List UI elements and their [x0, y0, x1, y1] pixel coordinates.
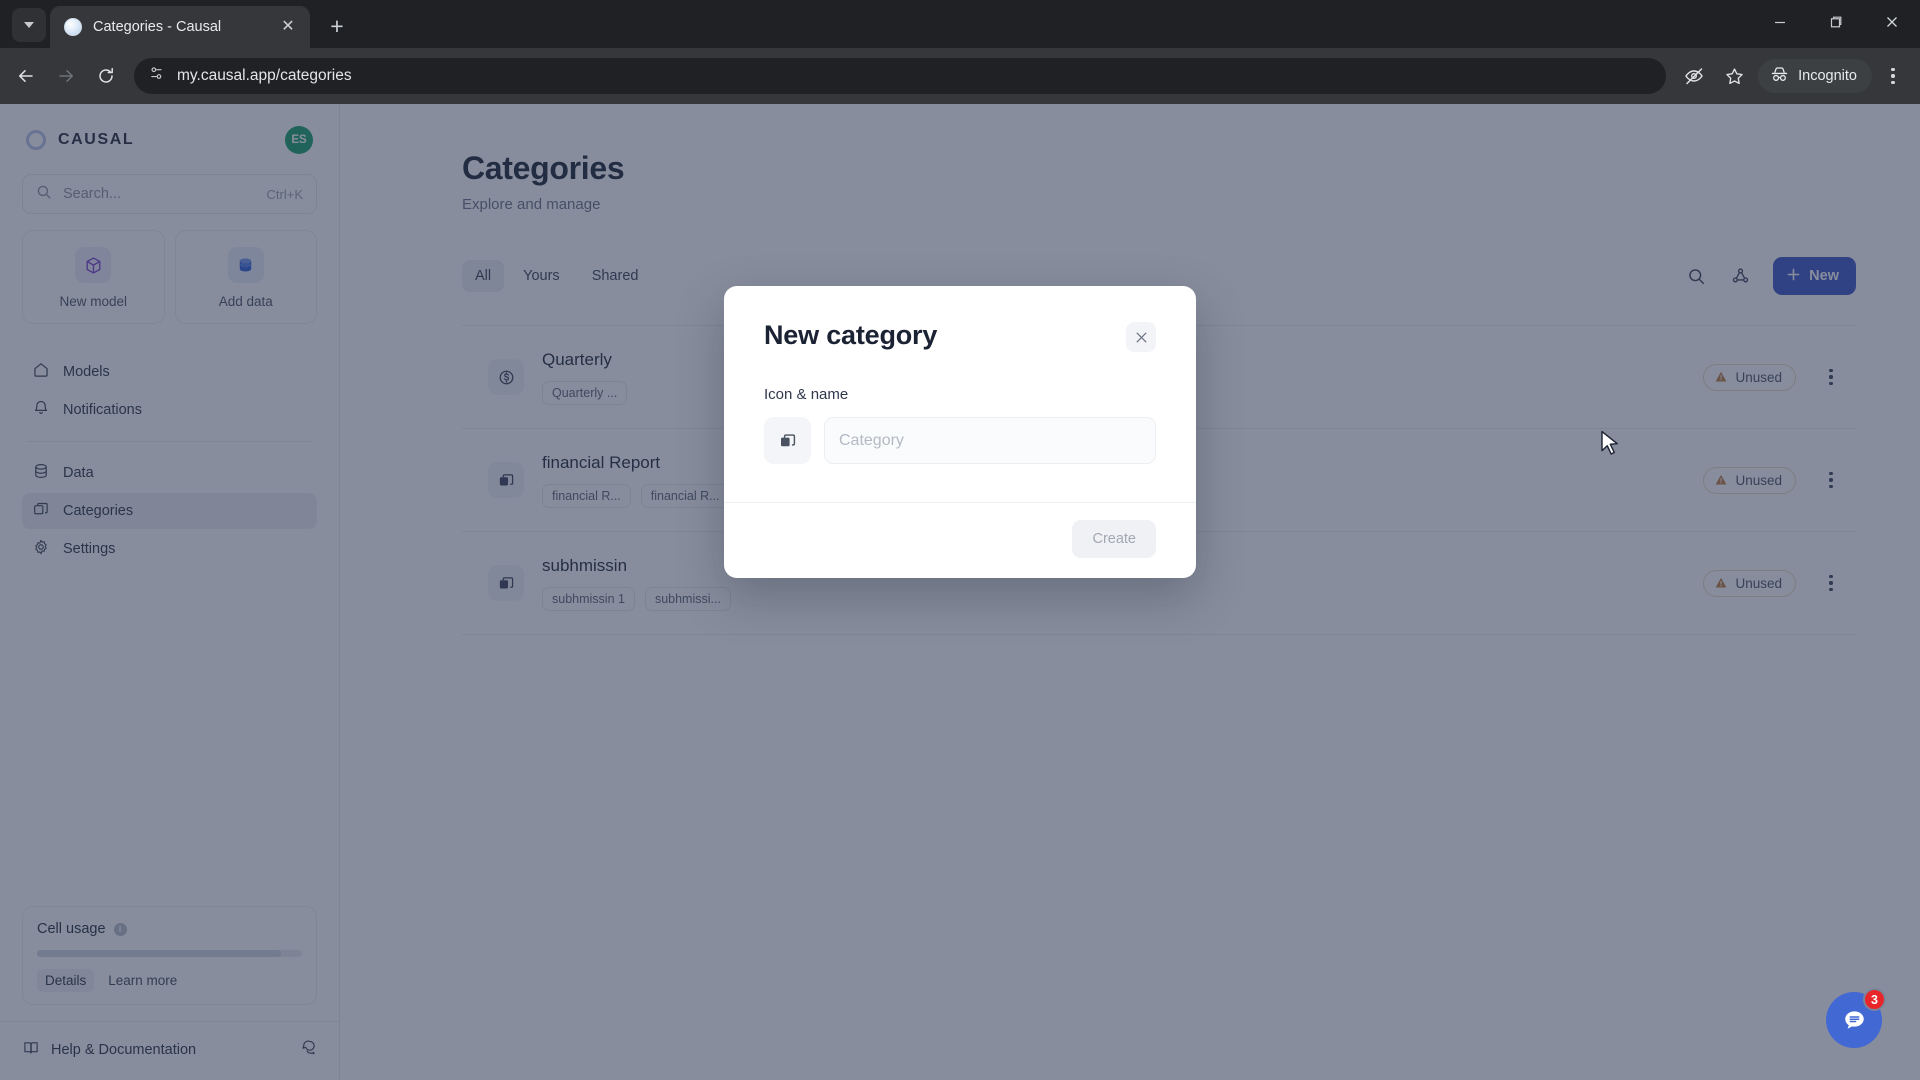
category-name-input[interactable]: [824, 417, 1156, 464]
maximize-button[interactable]: [1808, 0, 1864, 44]
chat-widget-button[interactable]: 3: [1826, 988, 1886, 1048]
page-viewport: CAUSAL ES Search... Ctrl+K New mo: [0, 104, 1920, 1080]
reload-icon[interactable]: [88, 58, 124, 94]
chevron-down-icon: [24, 22, 34, 28]
site-settings-icon[interactable]: [148, 65, 165, 87]
incognito-icon: [1769, 64, 1790, 89]
new-tab-button[interactable]: +: [320, 9, 354, 43]
causal-favicon-icon: [64, 18, 82, 36]
address-bar[interactable]: my.causal.app/categories: [134, 58, 1667, 94]
forward-arrow-icon[interactable]: [48, 58, 84, 94]
chat-bubble-icon: [1844, 1010, 1864, 1029]
url-text: my.causal.app/categories: [177, 67, 352, 84]
window-controls: [1752, 0, 1920, 44]
chat-unread-count: 3: [1863, 988, 1886, 1011]
browser-menu-icon[interactable]: [1876, 59, 1910, 93]
icon-name-field: [764, 417, 1156, 464]
browser-toolbar: my.causal.app/categories Incognito: [0, 48, 1920, 104]
browser-window: Categories - Causal ✕ + my.causal.app/ca…: [0, 0, 1920, 1080]
window-close-button[interactable]: [1864, 0, 1920, 44]
new-category-dialog: New category Icon & name Create: [724, 286, 1196, 578]
tab-search-button[interactable]: [12, 8, 46, 42]
bookmark-star-icon[interactable]: [1716, 58, 1752, 94]
profile-label: Incognito: [1798, 68, 1857, 84]
back-arrow-icon[interactable]: [8, 58, 44, 94]
dialog-title: New category: [764, 320, 938, 350]
icon-picker-button[interactable]: [764, 417, 811, 464]
icon-name-label: Icon & name: [764, 386, 849, 403]
dialog-header: New category: [764, 320, 1156, 352]
incognito-profile-button[interactable]: Incognito: [1758, 59, 1872, 93]
tab-strip: Categories - Causal ✕ +: [0, 0, 1920, 48]
modal-overlay[interactable]: [0, 104, 1920, 1080]
eye-off-icon[interactable]: [1676, 58, 1712, 94]
create-button[interactable]: Create: [1072, 520, 1156, 558]
browser-tab[interactable]: Categories - Causal ✕: [50, 6, 310, 48]
categories-icon: [780, 433, 795, 446]
close-icon[interactable]: [1126, 322, 1156, 352]
minimize-button[interactable]: [1752, 0, 1808, 44]
dialog-body: New category Icon & name: [724, 286, 1196, 502]
tab-title: Categories - Causal: [93, 19, 222, 35]
tab-close-icon[interactable]: ✕: [276, 15, 300, 39]
dialog-footer: Create: [724, 502, 1196, 578]
